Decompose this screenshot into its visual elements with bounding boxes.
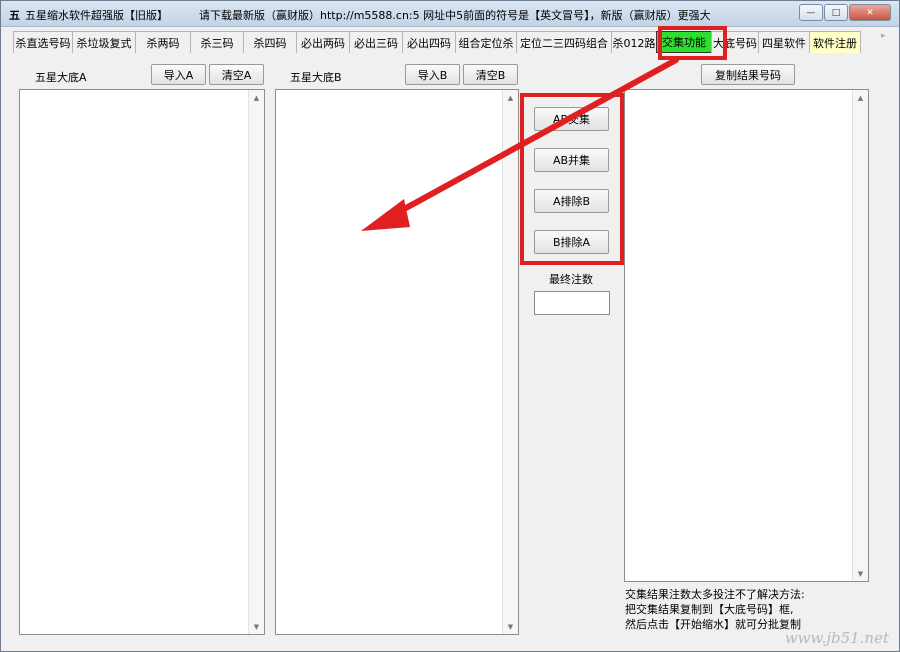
clear-b-button[interactable]: 清空B [463, 64, 518, 85]
close-button[interactable]: ✕ [849, 4, 891, 21]
panel-a-title: 五星大底A [35, 71, 87, 84]
result-textarea[interactable]: ▲ ▼ [624, 89, 869, 582]
final-count-field[interactable] [534, 291, 610, 315]
scroll-up-icon[interactable]: ▲ [853, 90, 868, 105]
import-a-button[interactable]: 导入A [151, 64, 206, 85]
result-note-3: 然后点击【开始缩水】就可分批复制 [625, 618, 801, 631]
app-icon: 五 [9, 9, 20, 22]
window-controls: — □ ✕ [798, 4, 891, 21]
tab-kill-three[interactable]: 杀三码 [190, 31, 244, 53]
base-b-textarea[interactable]: ▲ ▼ [275, 89, 519, 635]
tab-combo-position-kill[interactable]: 组合定位杀 [455, 31, 517, 53]
import-b-button[interactable]: 导入B [405, 64, 460, 85]
base-a-textarea[interactable]: ▲ ▼ [19, 89, 265, 635]
window-title: 五星缩水软件超强版【旧版】 请下载最新版（赢财版）http://m5588.cn… [25, 7, 711, 23]
tab-intersection[interactable]: 交集功能 [656, 31, 712, 53]
scroll-down-icon[interactable]: ▼ [503, 619, 518, 634]
app-window: 五 五星缩水软件超强版【旧版】 请下载最新版（赢财版）http://m5588.… [0, 0, 900, 652]
panel-b-title: 五星大底B [290, 71, 342, 84]
intersect-button[interactable]: AB交集 [534, 107, 609, 131]
tab-kill-two[interactable]: 杀两码 [135, 31, 191, 53]
tab-base-numbers[interactable]: 大底号码 [711, 31, 759, 53]
tab-register[interactable]: 软件注册 [809, 31, 861, 53]
tab-position-combo[interactable]: 定位二三四码组合 [516, 31, 612, 53]
watermark: www.jb51.net [784, 629, 889, 647]
result-note-1: 交集结果注数太多投注不了解决方法: [625, 588, 805, 601]
tab-scroll-icon[interactable]: ▸ [881, 31, 886, 41]
result-note-2: 把交集结果复制到【大底号码】框, [625, 603, 794, 616]
b-exclude-a-button[interactable]: B排除A [534, 230, 609, 254]
tab-kill-012[interactable]: 杀012路 [611, 31, 657, 53]
app-title: 五星缩水软件超强版【旧版】 [25, 9, 168, 22]
tab-must-three[interactable]: 必出三码 [349, 31, 403, 53]
base-a-scrollbar[interactable]: ▲ ▼ [248, 90, 264, 634]
tab-kill-four[interactable]: 杀四码 [243, 31, 297, 53]
copy-result-button[interactable]: 复制结果号码 [701, 64, 795, 85]
result-scrollbar[interactable]: ▲ ▼ [852, 90, 868, 581]
union-button[interactable]: AB并集 [534, 148, 609, 172]
scroll-down-icon[interactable]: ▼ [249, 619, 264, 634]
final-count-label: 最终注数 [549, 273, 593, 286]
tab-kill-direct[interactable]: 杀直选号码 [13, 31, 73, 53]
tab-kill-junk[interactable]: 杀垃圾复式 [72, 31, 136, 53]
scroll-down-icon[interactable]: ▼ [853, 566, 868, 581]
maximize-button[interactable]: □ [824, 4, 848, 21]
base-b-scrollbar[interactable]: ▲ ▼ [502, 90, 518, 634]
minimize-button[interactable]: — [799, 4, 823, 21]
title-bar: 五 五星缩水软件超强版【旧版】 请下载最新版（赢财版）http://m5588.… [1, 1, 899, 27]
tab-bar: 杀直选号码 杀垃圾复式 杀两码 杀三码 杀四码 必出两码 必出三码 必出四码 组… [13, 31, 861, 53]
clear-a-button[interactable]: 清空A [209, 64, 264, 85]
a-exclude-b-button[interactable]: A排除B [534, 189, 609, 213]
scroll-up-icon[interactable]: ▲ [503, 90, 518, 105]
tab-must-two[interactable]: 必出两码 [296, 31, 350, 53]
title-notice: 请下载最新版（赢财版）http://m5588.cn:5 网址中5前面的符号是【… [199, 9, 711, 22]
tab-must-four[interactable]: 必出四码 [402, 31, 456, 53]
scroll-up-icon[interactable]: ▲ [249, 90, 264, 105]
tab-four-star[interactable]: 四星软件 [758, 31, 810, 53]
